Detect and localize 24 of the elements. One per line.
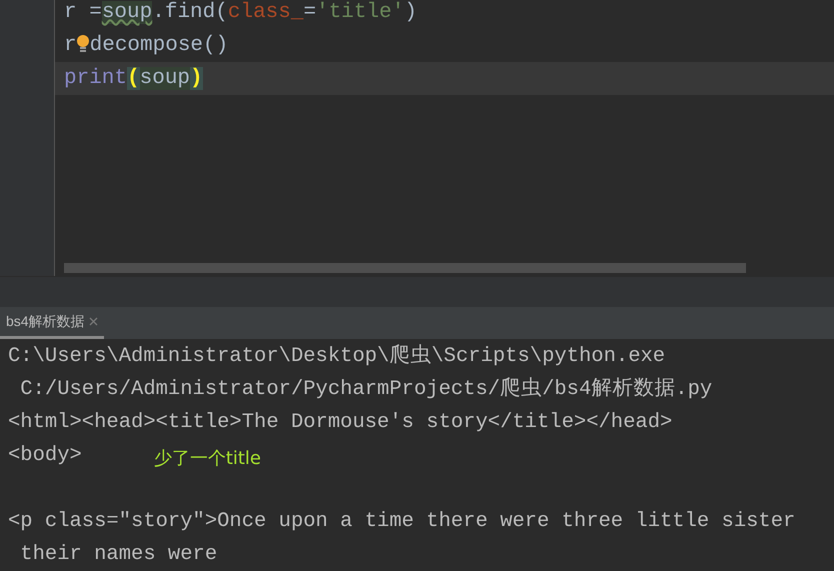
highlighted-variable: soup xyxy=(140,67,190,90)
console-output: <p class="story">Once upon a time there were three little sister xyxy=(8,509,796,535)
lightbulb-icon[interactable] xyxy=(77,34,90,54)
highlighted-variable: soup xyxy=(102,1,152,24)
keyword-argument: class_ xyxy=(228,1,304,24)
console-output: their names were xyxy=(19,542,218,568)
code-text: r = xyxy=(64,1,102,24)
close-icon[interactable] xyxy=(88,316,98,326)
annotation-note: 少了一个title xyxy=(154,447,262,471)
code-text: decompose() xyxy=(90,34,228,57)
code-text: ) xyxy=(404,1,417,24)
console-output: <body> xyxy=(8,443,82,469)
code-text: r xyxy=(64,34,77,57)
matched-brace: ) xyxy=(190,67,203,90)
matched-brace: ( xyxy=(127,67,140,90)
horizontal-scrollbar[interactable] xyxy=(64,263,746,274)
console-output: <html><head><title>The Dormouse's story</title></head> xyxy=(8,410,672,436)
console-output: C:/Users/Administrator/PycharmProjects/爬虫/bs4解析数据.py xyxy=(19,376,712,403)
console-output: C:\Users\Administrator\Desktop\爬虫\Scripts\python.exe xyxy=(8,343,666,370)
string-literal: 'title' xyxy=(316,1,404,24)
code-text: .find( xyxy=(152,1,228,24)
run-tab[interactable]: bs4解析数据 xyxy=(0,306,104,339)
code-text: = xyxy=(303,1,316,24)
builtin-function: print xyxy=(64,67,128,90)
